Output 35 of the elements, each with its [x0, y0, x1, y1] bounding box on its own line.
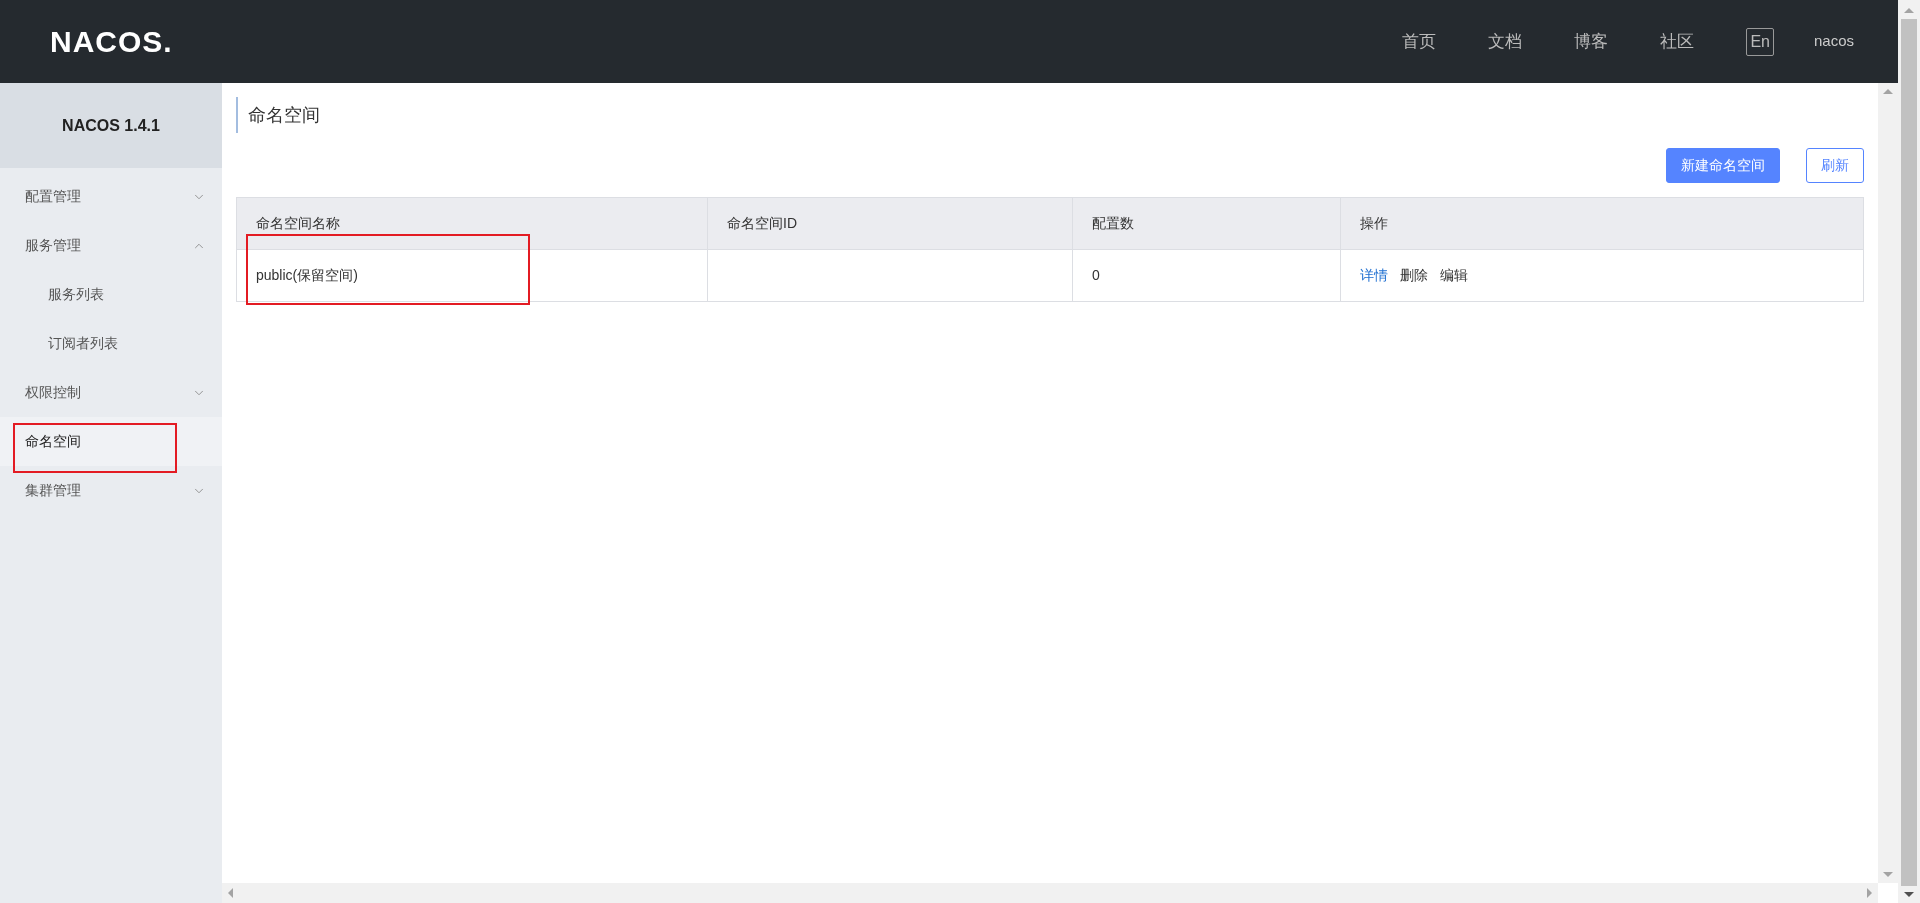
- scrollbar-thumb[interactable]: [1901, 19, 1917, 886]
- table-cell: 0: [1072, 249, 1341, 302]
- sidebar-item[interactable]: 订阅者列表: [0, 319, 222, 368]
- nav-link[interactable]: 社区: [1660, 28, 1695, 55]
- action-link[interactable]: 删除: [1400, 265, 1428, 286]
- column-header: 配置数: [1072, 197, 1341, 250]
- scroll-left-icon[interactable]: [228, 888, 233, 898]
- logo[interactable]: NACOS.: [50, 19, 173, 64]
- user-name[interactable]: nacos: [1813, 30, 1854, 53]
- sidebar-item[interactable]: 集群管理: [0, 466, 222, 515]
- language-button[interactable]: En: [1746, 27, 1774, 56]
- nav-link[interactable]: 博客: [1574, 28, 1609, 55]
- sidebar-item[interactable]: 命名空间: [0, 417, 222, 466]
- sidebar-item[interactable]: 权限控制: [0, 368, 222, 417]
- column-header: 操作: [1340, 197, 1864, 250]
- scroll-up-icon[interactable]: [1904, 8, 1914, 13]
- sidebar-item[interactable]: 服务管理: [0, 221, 222, 270]
- column-header: 命名空间ID: [707, 197, 1073, 250]
- sidebar-item[interactable]: 配置管理: [0, 172, 222, 221]
- action-link[interactable]: 详情: [1360, 265, 1388, 286]
- scroll-up-icon[interactable]: [1883, 89, 1893, 94]
- scroll-down-icon[interactable]: [1904, 892, 1914, 897]
- page-scrollbar[interactable]: [1898, 0, 1920, 903]
- scroll-right-icon[interactable]: [1867, 888, 1872, 898]
- action-link[interactable]: 编辑: [1440, 265, 1468, 286]
- nav-link[interactable]: 首页: [1402, 28, 1437, 55]
- horizontal-scrollbar[interactable]: [222, 883, 1878, 903]
- version-label: NACOS 1.4.1: [62, 115, 160, 136]
- table-cell: public(保留空间): [236, 249, 708, 302]
- page-title: 命名空间: [248, 103, 320, 127]
- nav-link[interactable]: 文档: [1488, 28, 1523, 55]
- sidebar-item[interactable]: 服务列表: [0, 270, 222, 319]
- column-header: 命名空间名称: [236, 197, 708, 250]
- action-button[interactable]: 刷新: [1806, 148, 1864, 183]
- vertical-scrollbar[interactable]: [1878, 83, 1898, 883]
